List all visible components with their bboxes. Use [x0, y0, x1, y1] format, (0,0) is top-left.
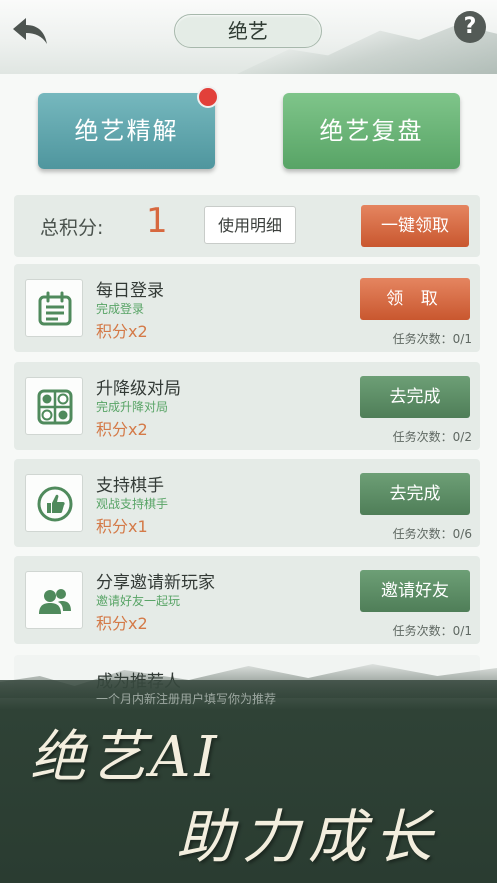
task-daily-login: 每日登录 完成登录 积分x2 领 取 任务次数：0/1 [14, 264, 480, 352]
go-complete-button[interactable]: 去完成 [360, 473, 470, 515]
task-count: 任务次数：0/6 [392, 527, 472, 541]
go-board-icon [37, 389, 73, 425]
task-subtitle: 一个月内新注册用户填写你为推荐 [96, 692, 277, 706]
task-subtitle: 观战支持棋手 [96, 497, 169, 511]
back-button[interactable] [10, 14, 50, 48]
task-points: 积分x2 [96, 420, 148, 439]
task-invite-friends: 分享邀请新玩家 邀请好友一起玩 积分x2 邀请好友 任务次数：0/1 [14, 556, 480, 644]
claim-button[interactable]: 领 取 [360, 278, 470, 320]
thumbs-up-icon [37, 486, 73, 522]
banner-slogan-line2: 助力成长 [176, 803, 441, 871]
task-title: 升降级对局 [96, 379, 181, 399]
task-subtitle: 完成登录 [96, 302, 145, 316]
ai-review-button[interactable]: 绝艺复盘 [283, 93, 460, 169]
task-title: 支持棋手 [96, 476, 164, 496]
score-bar: 总积分: 1 使用明细 一键领取 [14, 195, 480, 257]
task-support-player: 支持棋手 观战支持棋手 积分x1 去完成 任务次数：0/6 [14, 459, 480, 547]
help-button[interactable]: ? [454, 11, 486, 43]
task-subtitle: 完成升降对局 [96, 400, 169, 414]
task-points: 积分x1 [96, 517, 148, 536]
users-icon [39, 589, 71, 614]
task-count: 任务次数：0/1 [392, 624, 472, 638]
task-points: 积分x2 [96, 614, 148, 633]
page-title: 绝艺 [174, 14, 322, 48]
task-icon-box [25, 571, 83, 629]
usage-detail-button[interactable]: 使用明细 [204, 206, 296, 244]
total-score-value: 1 [146, 201, 168, 241]
task-icon-box [25, 279, 83, 337]
go-complete-button[interactable]: 去完成 [360, 376, 470, 418]
ai-analysis-button[interactable]: 绝艺精解 [38, 93, 215, 169]
banner-slogan-line1: 绝艺AI [30, 725, 221, 790]
task-count: 任务次数：0/2 [392, 430, 472, 444]
total-score-label: 总积分: [40, 217, 104, 239]
task-icon-box [25, 474, 83, 532]
task-count: 任务次数：0/1 [392, 332, 472, 346]
task-ranked-match: 升降级对局 完成升降对局 积分x2 去完成 任务次数：0/2 [14, 362, 480, 450]
calendar-icon [38, 291, 72, 326]
task-subtitle: 邀请好友一起玩 [96, 594, 181, 608]
notification-dot [197, 86, 219, 108]
task-title: 分享邀请新玩家 [96, 573, 215, 593]
task-title: 每日登录 [96, 281, 164, 301]
claim-all-button[interactable]: 一键领取 [361, 205, 469, 247]
task-icon-box [25, 377, 83, 435]
invite-friends-button[interactable]: 邀请好友 [360, 570, 470, 612]
back-arrow-icon [13, 18, 47, 44]
task-points: 积分x2 [96, 322, 148, 341]
